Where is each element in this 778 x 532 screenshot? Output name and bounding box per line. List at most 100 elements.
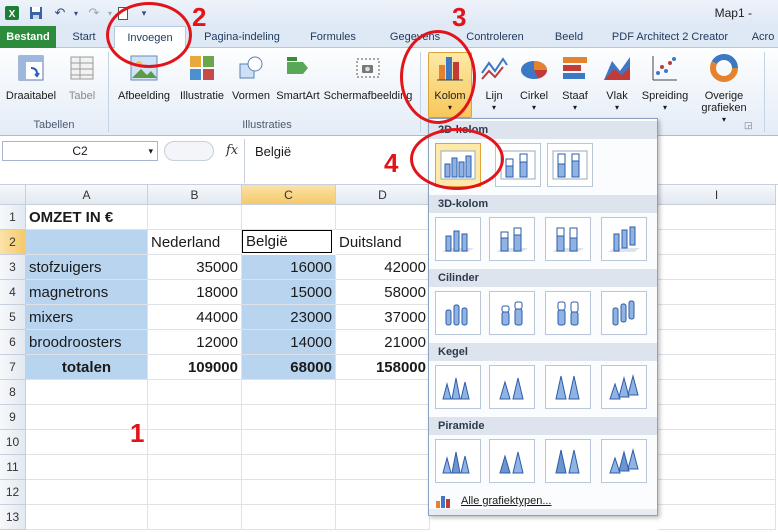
row-header-3[interactable]: 3 [0, 255, 26, 280]
undo-icon[interactable]: ↶ [50, 3, 70, 23]
pyramid-percent-stacked-option[interactable] [545, 439, 591, 483]
cone-clustered-option[interactable] [435, 365, 481, 409]
3d-percent-stacked-column-option[interactable] [545, 217, 591, 261]
column-header-i[interactable]: I [658, 185, 776, 205]
cone-3d-option[interactable] [601, 365, 647, 409]
select-all-corner[interactable] [0, 185, 26, 205]
cell-a12[interactable] [26, 480, 148, 505]
cell-d1[interactable] [336, 205, 430, 230]
cell-d11[interactable] [336, 455, 430, 480]
cell-i11[interactable] [658, 455, 776, 480]
cell-i2[interactable] [658, 230, 776, 255]
undo-dropdown-icon[interactable]: ▾ [70, 3, 82, 23]
tab-bestand[interactable]: Bestand [0, 26, 56, 48]
cell-c10[interactable] [242, 430, 336, 455]
cell-i10[interactable] [658, 430, 776, 455]
row-header-12[interactable]: 12 [0, 480, 26, 505]
cell-a6[interactable]: broodroosters [26, 330, 148, 355]
cell-b7[interactable]: 109000 [148, 355, 242, 380]
cell-i8[interactable] [658, 380, 776, 405]
row-header-8[interactable]: 8 [0, 380, 26, 405]
area-chart-button[interactable]: Vlak ▾ [598, 52, 636, 114]
scatter-chart-button[interactable]: Spreiding ▾ [638, 52, 692, 114]
cell-c7[interactable]: 68000 [242, 355, 336, 380]
cell-c5[interactable]: 23000 [242, 305, 336, 330]
column-header-d[interactable]: D [336, 185, 430, 205]
tab-start[interactable]: Start [62, 26, 106, 48]
cell-a11[interactable] [26, 455, 148, 480]
cell-b12[interactable] [148, 480, 242, 505]
insert-function-icon[interactable]: fx [226, 143, 238, 158]
name-box[interactable]: C2 ▾ [2, 141, 158, 161]
cell-b11[interactable] [148, 455, 242, 480]
excel-app-icon[interactable]: X [2, 3, 22, 23]
cone-percent-stacked-option[interactable] [545, 365, 591, 409]
cell-c6[interactable]: 14000 [242, 330, 336, 355]
dialog-launcher-icon[interactable]: ◲ [744, 120, 753, 131]
pyramid-clustered-option[interactable] [435, 439, 481, 483]
cell-c3[interactable]: 16000 [242, 255, 336, 280]
clipart-button[interactable]: Illustratie [176, 52, 228, 102]
cell-a3[interactable]: stofzuigers [26, 255, 148, 280]
pyramid-stacked-option[interactable] [489, 439, 535, 483]
percent-stacked-column-option[interactable] [547, 143, 593, 187]
cell-i6[interactable] [658, 330, 776, 355]
cell-d6[interactable]: 21000 [336, 330, 430, 355]
cell-b3[interactable]: 35000 [148, 255, 242, 280]
cell-c9[interactable] [242, 405, 336, 430]
row-header-11[interactable]: 11 [0, 455, 26, 480]
cell-c1[interactable] [242, 205, 336, 230]
3d-column-option[interactable] [601, 217, 647, 261]
cell-d9[interactable] [336, 405, 430, 430]
cell-b2[interactable]: Nederland [148, 230, 242, 255]
all-chart-types-link[interactable]: Alle grafiektypen... [435, 493, 552, 509]
cell-i4[interactable] [658, 280, 776, 305]
cell-c4[interactable]: 15000 [242, 280, 336, 305]
cell-d4[interactable]: 58000 [336, 280, 430, 305]
cell-b4[interactable]: 18000 [148, 280, 242, 305]
row-header-9[interactable]: 9 [0, 405, 26, 430]
cell-b5[interactable]: 44000 [148, 305, 242, 330]
cone-stacked-option[interactable] [489, 365, 535, 409]
cylinder-percent-stacked-option[interactable] [545, 291, 591, 335]
cell-d7[interactable]: 158000 [336, 355, 430, 380]
cell-i9[interactable] [658, 405, 776, 430]
cell-b8[interactable] [148, 380, 242, 405]
shapes-button[interactable]: Vormen [228, 52, 274, 102]
cell-b1[interactable] [148, 205, 242, 230]
cell-i7[interactable] [658, 355, 776, 380]
tab-pagina-indeling[interactable]: Pagina-indeling [192, 26, 292, 48]
row-header-5[interactable]: 5 [0, 305, 26, 330]
cell-d8[interactable] [336, 380, 430, 405]
cell-a5[interactable]: mixers [26, 305, 148, 330]
bar-chart-button[interactable]: Staaf ▾ [556, 52, 594, 114]
formula-input[interactable]: België [244, 139, 434, 183]
column-header-b[interactable]: B [148, 185, 242, 205]
save-icon[interactable] [26, 3, 46, 23]
line-chart-button[interactable]: Lijn ▾ [474, 52, 514, 114]
3d-stacked-column-option[interactable] [489, 217, 535, 261]
cell-a2[interactable] [26, 230, 148, 255]
tab-pdf-architect[interactable]: PDF Architect 2 Creator [604, 26, 736, 48]
row-header-4[interactable]: 4 [0, 280, 26, 305]
cell-c12[interactable] [242, 480, 336, 505]
tab-formules[interactable]: Formules [300, 26, 366, 48]
cell-a13[interactable] [26, 505, 148, 530]
row-header-2[interactable]: 2 [0, 230, 26, 255]
table-button[interactable]: Tabel [60, 52, 104, 102]
cell-b9[interactable] [148, 405, 242, 430]
cell-b10[interactable] [148, 430, 242, 455]
row-header-6[interactable]: 6 [0, 330, 26, 355]
row-header-10[interactable]: 10 [0, 430, 26, 455]
cell-a7[interactable]: totalen [26, 355, 148, 380]
chevron-down-icon[interactable]: ▾ [148, 146, 153, 157]
pivot-table-button[interactable]: Draaitabel [4, 52, 58, 102]
tab-controleren[interactable]: Controleren [456, 26, 534, 48]
cell-a8[interactable] [26, 380, 148, 405]
cylinder-clustered-option[interactable] [435, 291, 481, 335]
tab-beeld[interactable]: Beeld [546, 26, 592, 48]
cell-i5[interactable] [658, 305, 776, 330]
cell-a4[interactable]: magnetrons [26, 280, 148, 305]
column-header-a[interactable]: A [26, 185, 148, 205]
cylinder-3d-option[interactable] [601, 291, 647, 335]
